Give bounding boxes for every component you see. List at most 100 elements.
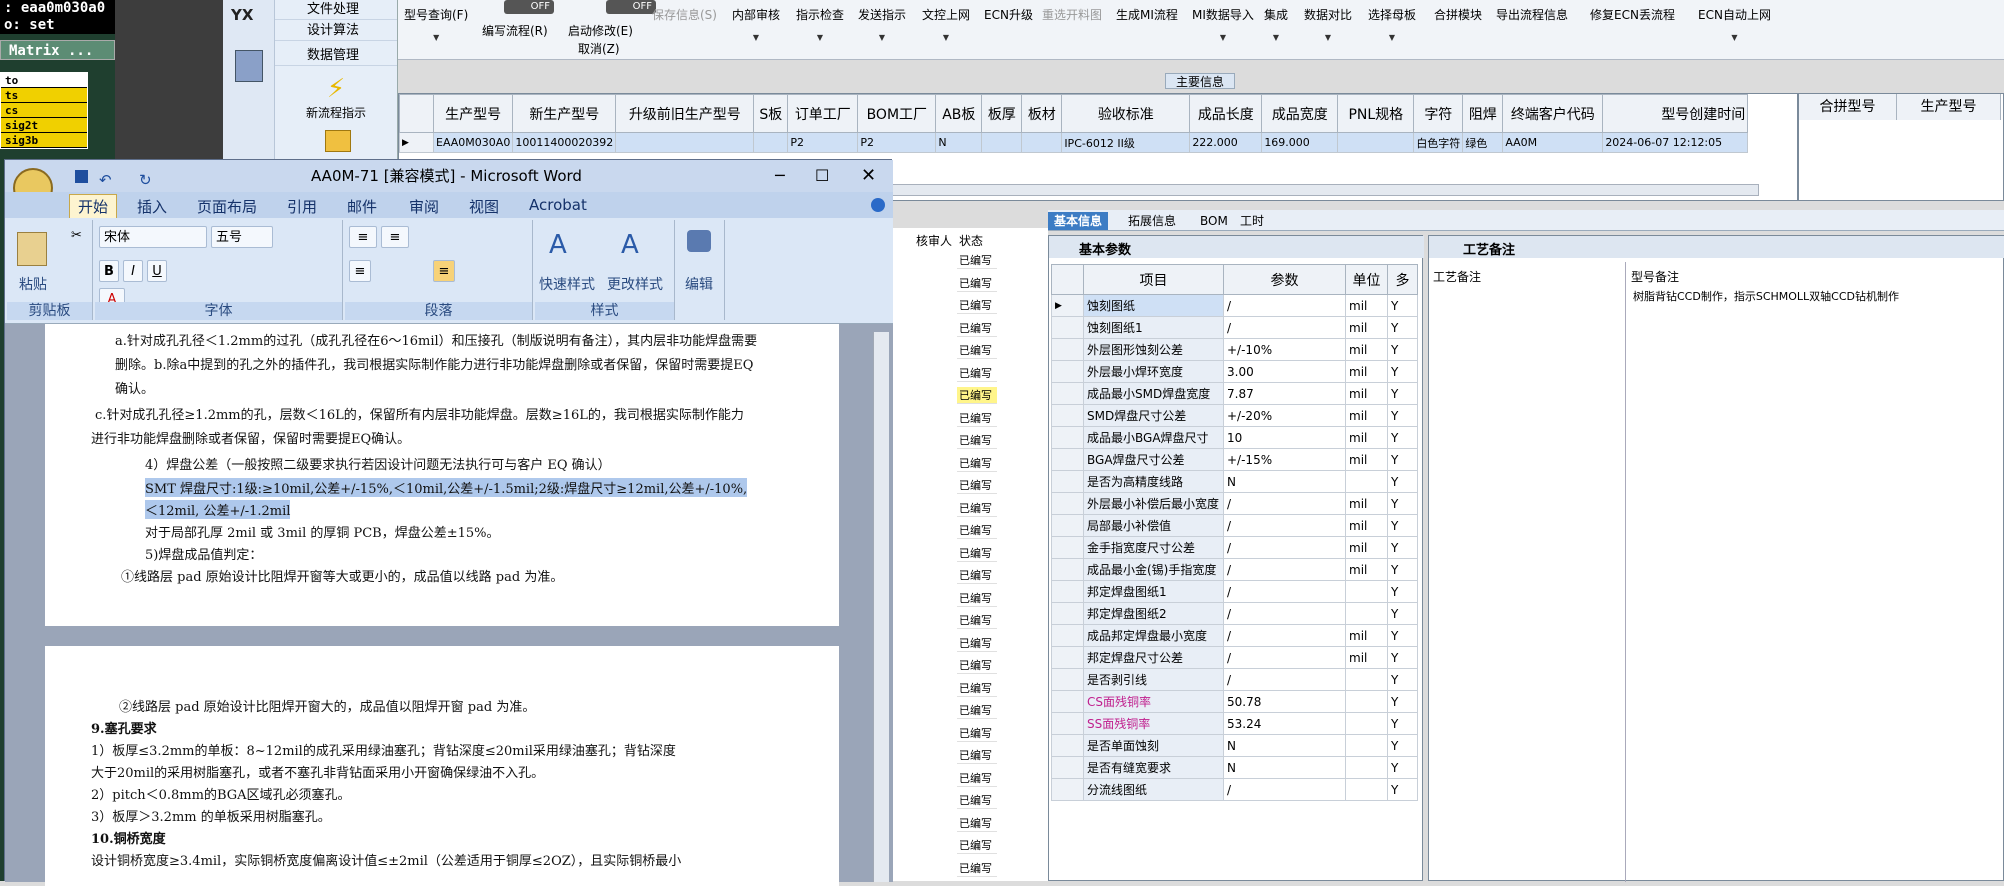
param-cell[interactable]: 7.87 (1223, 382, 1346, 405)
table-row[interactable]: 成品最小SMD焊盘宽度 7.87 mil Y (1051, 382, 1418, 405)
param-name[interactable]: SS面残铜率 (1083, 712, 1224, 735)
param-cell[interactable]: 3.00 (1223, 360, 1346, 383)
table-row[interactable]: 是否单面蚀刻 N Y (1051, 734, 1418, 757)
table-row[interactable]: ▶ EAA0M030A0 10011400020392 P2 P2 N IPC-… (399, 132, 1749, 153)
param-cell[interactable]: mil (1345, 448, 1388, 471)
col-header[interactable]: 生产型号 (1897, 94, 2001, 120)
param-cell[interactable] (1345, 690, 1388, 713)
col-header[interactable]: 多 (1387, 264, 1418, 295)
status-cell[interactable]: 已编写 (957, 365, 997, 382)
col-header[interactable]: 验收标准 (1061, 94, 1191, 133)
param-cell[interactable] (1345, 580, 1388, 603)
param-name[interactable]: 成品最小金(锡)手指宽度 (1083, 558, 1224, 581)
grid-cell[interactable]: EAA0M030A0 (432, 132, 514, 153)
param-cell[interactable]: / (1223, 536, 1346, 559)
col-header[interactable]: 字符 (1413, 94, 1464, 133)
param-cell[interactable]: mil (1345, 514, 1388, 537)
grid-cell[interactable]: 169.000 (1261, 132, 1339, 153)
table-row[interactable]: ▶ 蚀刻图纸 / mil Y (1051, 294, 1418, 317)
param-cell[interactable]: / (1223, 778, 1346, 801)
document-page-2[interactable]: ②线路层 pad 原始设计比阻焊开窗大的，成品值以阻焊开窗 pad 为准。 9.塞… (45, 646, 839, 886)
justify-icon[interactable]: ≡ (433, 260, 455, 282)
col-header[interactable]: 参数 (1223, 264, 1346, 295)
param-cell[interactable]: 50.78 (1223, 690, 1346, 713)
status-header[interactable]: 状态 (959, 232, 983, 249)
grid-cell[interactable] (981, 132, 1023, 153)
col-header[interactable]: AB板 (935, 94, 983, 133)
table-row[interactable]: 金手指宽度尺寸公差 / mil Y (1051, 536, 1418, 559)
param-cell[interactable]: / (1223, 514, 1346, 537)
tab-references[interactable]: 引用 (287, 196, 317, 217)
col-header[interactable]: 升级前旧生产型号 (615, 94, 755, 133)
table-row[interactable]: 是否剥引线 / Y (1051, 668, 1418, 691)
status-cell[interactable]: 已编写 (957, 500, 997, 517)
param-cell[interactable]: Y (1387, 580, 1418, 603)
param-name[interactable]: 蚀刻图纸1 (1083, 316, 1224, 339)
cut-icon[interactable]: ✂ (71, 228, 82, 243)
new-flow-button[interactable]: ⚡ 新流程指示 (275, 74, 397, 121)
table-row[interactable]: SS面残铜率 53.24 Y (1051, 712, 1418, 735)
numbering-icon[interactable]: ≡ (381, 226, 409, 248)
status-cell[interactable]: 已编写 (957, 477, 997, 494)
param-cell[interactable]: +/-15% (1223, 448, 1346, 471)
status-cell[interactable]: 已编写 (957, 590, 997, 607)
param-cell[interactable]: +/-10% (1223, 338, 1346, 361)
data-compare-button[interactable]: 数据对比 ▼ (1304, 6, 1352, 42)
param-cell[interactable]: Y (1387, 404, 1418, 427)
param-name[interactable]: 局部最小补偿值 (1083, 514, 1224, 537)
param-cell[interactable]: Y (1387, 360, 1418, 383)
font-name-select[interactable]: 宋体 (99, 226, 207, 248)
param-cell[interactable]: Y (1387, 382, 1418, 405)
param-name[interactable]: 分流线图纸 (1083, 778, 1224, 801)
param-cell[interactable]: mil (1345, 426, 1388, 449)
param-cell[interactable]: Y (1387, 536, 1418, 559)
italic-icon[interactable]: I (123, 260, 143, 282)
col-header[interactable]: 单位 (1345, 264, 1388, 295)
table-row[interactable]: SMD焊盘尺寸公差 +/-20% mil Y (1051, 404, 1418, 427)
col-header[interactable]: 生产型号 (432, 94, 514, 133)
param-cell[interactable]: Y (1387, 646, 1418, 669)
tab-insert[interactable]: 插入 (137, 196, 167, 217)
table-row[interactable]: 是否有缝宽要求 N Y (1051, 756, 1418, 779)
param-cell[interactable]: Y (1387, 338, 1418, 361)
table-row[interactable]: 蚀刻图纸1/mil Y (1051, 316, 1418, 339)
param-cell[interactable] (1345, 778, 1388, 801)
ecn-upgrade-button[interactable]: ECN升级 (984, 6, 1033, 23)
tab-bom[interactable]: BOM (1194, 212, 1234, 230)
nav-item-file[interactable]: 文件处理 (275, 0, 397, 20)
instruction-check-button[interactable]: 指示检查 ▼ (796, 6, 844, 42)
param-cell[interactable]: mil (1345, 382, 1388, 405)
param-name[interactable]: CS面残铜率 (1083, 690, 1224, 713)
param-cell[interactable]: mil (1345, 558, 1388, 581)
table-row[interactable]: BGA焊盘尺寸公差 +/-15% mil Y (1051, 448, 1418, 471)
integrate-button[interactable]: 集成 ▼ (1264, 6, 1288, 42)
fix-ecn-button[interactable]: 修复ECN丢流程 (1590, 6, 1675, 23)
calculator-icon[interactable] (235, 50, 263, 82)
status-cell[interactable]: 已编写 (957, 455, 997, 472)
send-instruction-button[interactable]: 发送指示 ▼ (858, 6, 906, 42)
table-row[interactable]: 分流线图纸 / Y (1051, 778, 1418, 801)
layer-item[interactable]: sig2t (1, 118, 87, 133)
col-header[interactable]: 终端客户代码 (1502, 94, 1604, 133)
grid-cell[interactable]: P2 (857, 132, 937, 153)
paste-button[interactable]: 粘贴 (19, 274, 47, 294)
col-header[interactable]: 项目 (1083, 264, 1224, 295)
minimize-icon[interactable]: ─ (775, 160, 785, 192)
param-cell[interactable] (1345, 756, 1388, 779)
save-info-button[interactable]: 保存信息(S) (652, 6, 717, 23)
tab-extended-info[interactable]: 拓展信息 (1122, 212, 1182, 230)
param-name[interactable]: 成品最小SMD焊盘宽度 (1083, 382, 1224, 405)
param-name[interactable]: 成品最小BGA焊盘尺寸 (1083, 426, 1224, 449)
ecn-auto-online-button[interactable]: ECN自动上网 ▼ (1698, 6, 1771, 42)
status-cell[interactable]: 已编写 (957, 725, 997, 742)
param-cell[interactable]: Y (1387, 426, 1418, 449)
font-size-select[interactable]: 五号 (211, 226, 273, 248)
status-cell[interactable]: 已编写 (957, 657, 997, 674)
doc-online-button[interactable]: 文控上网 ▼ (922, 6, 970, 42)
export-flow-button[interactable]: 导出流程信息 (1496, 6, 1568, 23)
status-cell[interactable]: 已编写 (957, 432, 997, 449)
param-name[interactable]: 邦定焊盘图纸2 (1083, 602, 1224, 625)
status-cell[interactable]: 已编写 (957, 680, 997, 697)
param-cell[interactable] (1345, 602, 1388, 625)
status-cell[interactable]: 已编写 (957, 815, 997, 832)
